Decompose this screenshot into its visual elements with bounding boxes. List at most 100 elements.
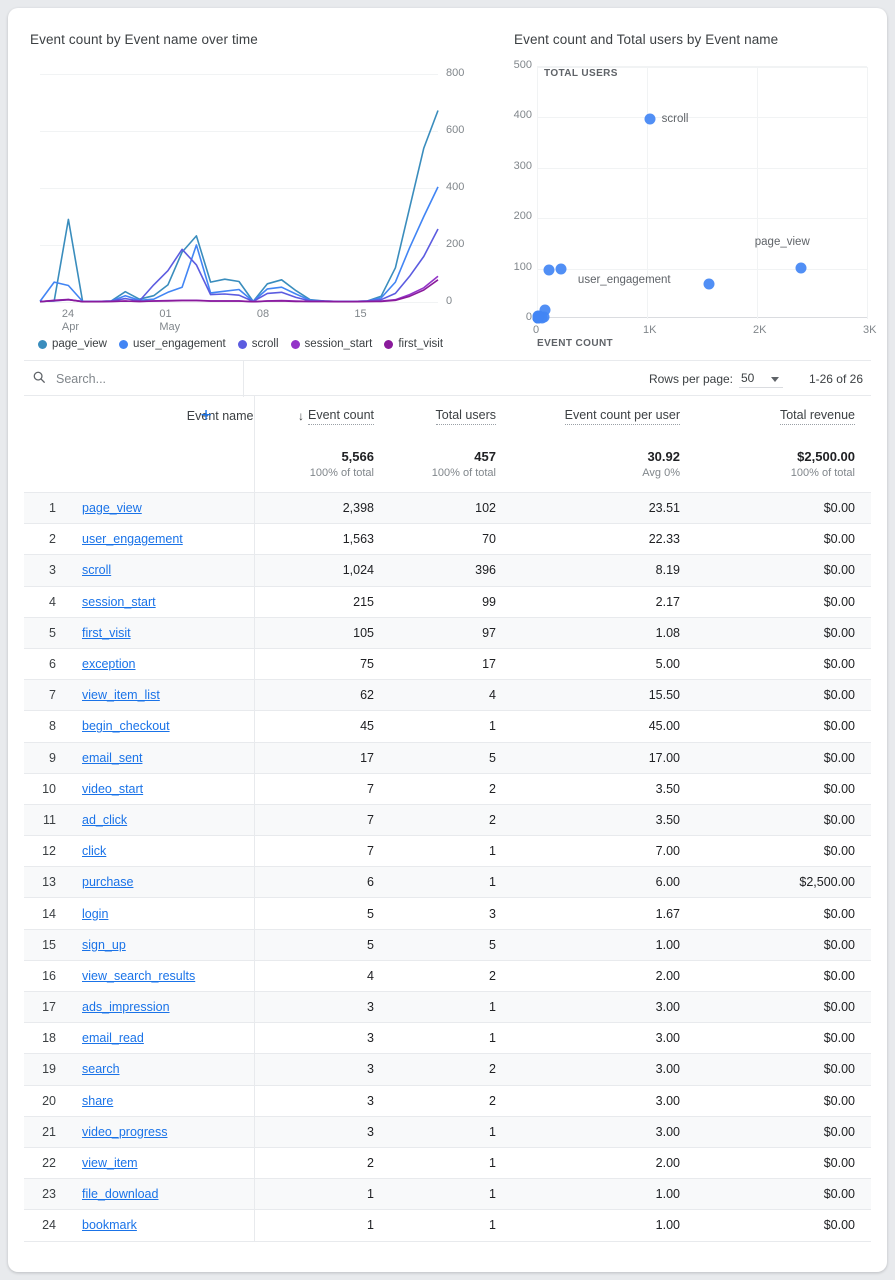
table-row[interactable]: 3scroll1,0243968.19$0.00 xyxy=(24,555,871,586)
event-name-link[interactable]: bookmark xyxy=(82,1218,137,1232)
rows-per-page-control[interactable]: Rows per page: 50 xyxy=(649,361,783,397)
table-row[interactable]: 2user_engagement1,5637022.33$0.00 xyxy=(24,524,871,555)
table-row[interactable]: 14login531.67$0.00 xyxy=(24,898,871,929)
table-row[interactable]: 17ads_impression313.00$0.00 xyxy=(24,992,871,1023)
event-name-link[interactable]: purchase xyxy=(82,875,133,889)
table-row[interactable]: 4session_start215992.17$0.00 xyxy=(24,586,871,617)
table-row[interactable]: 13purchase616.00$2,500.00 xyxy=(24,867,871,898)
event-name-link[interactable]: video_start xyxy=(82,782,143,796)
row-event-count: 45 xyxy=(254,711,390,742)
row-event-name[interactable]: view_search_results xyxy=(68,960,254,991)
legend-item-user_engagement[interactable]: user_engagement xyxy=(119,338,226,350)
table-row[interactable]: 10video_start723.50$0.00 xyxy=(24,773,871,804)
event-name-link[interactable]: share xyxy=(82,1094,113,1108)
table-row[interactable]: 20share323.00$0.00 xyxy=(24,1085,871,1116)
event-name-link[interactable]: click xyxy=(82,844,106,858)
table-row[interactable]: 8begin_checkout45145.00$0.00 xyxy=(24,711,871,742)
row-event-name[interactable]: file_download xyxy=(68,1179,254,1210)
row-event-name[interactable]: click xyxy=(68,836,254,867)
scatter-point-session_start[interactable] xyxy=(555,264,566,275)
gridline xyxy=(537,67,538,319)
search-input[interactable]: Search... xyxy=(32,361,244,397)
scatter-point-page_view[interactable] xyxy=(795,262,806,273)
header-event-count-per-user[interactable]: Event count per user xyxy=(512,396,696,436)
row-total-users: 5 xyxy=(390,742,512,773)
event-name-link[interactable]: video_progress xyxy=(82,1125,167,1139)
event-name-link[interactable]: view_search_results xyxy=(82,969,195,983)
event-name-link[interactable]: file_download xyxy=(82,1187,158,1201)
row-index: 16 xyxy=(24,960,68,991)
table-row[interactable]: 24bookmark111.00$0.00 xyxy=(24,1210,871,1241)
row-event-name[interactable]: ads_impression xyxy=(68,992,254,1023)
event-name-link[interactable]: ads_impression xyxy=(82,1000,170,1014)
event-name-link[interactable]: search xyxy=(82,1062,120,1076)
row-event-name[interactable]: view_item xyxy=(68,1147,254,1178)
scatter-point-first_visit[interactable] xyxy=(543,265,554,276)
header-event-name[interactable]: Event name xyxy=(68,396,254,436)
header-event-count-label[interactable]: Event count xyxy=(308,408,374,425)
row-event-name[interactable]: bookmark xyxy=(68,1210,254,1241)
table-row[interactable]: 21video_progress313.00$0.00 xyxy=(24,1116,871,1147)
row-event-name[interactable]: email_sent xyxy=(68,742,254,773)
table-row[interactable]: 9email_sent17517.00$0.00 xyxy=(24,742,871,773)
row-event-name[interactable]: view_item_list xyxy=(68,680,254,711)
legend-item-session_start[interactable]: session_start xyxy=(291,338,373,350)
scatter-point-sign_up[interactable] xyxy=(532,311,543,322)
legend-item-first_visit[interactable]: first_visit xyxy=(384,338,443,350)
row-event-name[interactable]: page_view xyxy=(68,493,254,524)
event-name-link[interactable]: email_read xyxy=(82,1031,144,1045)
scatter-point-user_engagement[interactable] xyxy=(703,278,714,289)
line-series-user_engagement xyxy=(40,187,438,302)
header-total-users[interactable]: Total users xyxy=(390,396,512,436)
table-row[interactable]: 18email_read313.00$0.00 xyxy=(24,1023,871,1054)
row-event-name[interactable]: scroll xyxy=(68,555,254,586)
sort-descending-icon[interactable]: ↓ xyxy=(298,409,304,423)
event-name-link[interactable]: ad_click xyxy=(82,813,127,827)
row-total-users: 1 xyxy=(390,1116,512,1147)
row-event-name[interactable]: purchase xyxy=(68,867,254,898)
row-index: 12 xyxy=(24,836,68,867)
event-name-link[interactable]: exception xyxy=(82,657,136,671)
row-event-name[interactable]: exception xyxy=(68,648,254,679)
table-row[interactable]: 1page_view2,39810223.51$0.00 xyxy=(24,493,871,524)
event-name-link[interactable]: email_sent xyxy=(82,751,142,765)
table-row[interactable]: 19search323.00$0.00 xyxy=(24,1054,871,1085)
event-name-link[interactable]: begin_checkout xyxy=(82,719,170,733)
event-name-link[interactable]: sign_up xyxy=(82,938,126,952)
table-row[interactable]: 6exception75175.00$0.00 xyxy=(24,648,871,679)
row-event-name[interactable]: video_start xyxy=(68,773,254,804)
event-name-link[interactable]: view_item_list xyxy=(82,688,160,702)
event-name-link[interactable]: page_view xyxy=(82,501,142,515)
table-row[interactable]: 15sign_up551.00$0.00 xyxy=(24,929,871,960)
rows-per-page-select[interactable]: 50 xyxy=(739,371,783,388)
row-event-name[interactable]: begin_checkout xyxy=(68,711,254,742)
row-event-name[interactable]: first_visit xyxy=(68,617,254,648)
row-event-name[interactable]: share xyxy=(68,1085,254,1116)
event-name-link[interactable]: user_engagement xyxy=(82,532,183,546)
legend-item-page_view[interactable]: page_view xyxy=(38,338,107,350)
row-event-name[interactable]: user_engagement xyxy=(68,524,254,555)
row-event-name[interactable]: ad_click xyxy=(68,804,254,835)
table-row[interactable]: 12click717.00$0.00 xyxy=(24,836,871,867)
legend-item-scroll[interactable]: scroll xyxy=(238,338,279,350)
row-event-name[interactable]: video_progress xyxy=(68,1116,254,1147)
event-name-link[interactable]: login xyxy=(82,907,108,921)
table-row[interactable]: 22view_item212.00$0.00 xyxy=(24,1147,871,1178)
add-dimension-icon[interactable]: + xyxy=(201,405,212,427)
row-event-name[interactable]: search xyxy=(68,1054,254,1085)
row-event-name[interactable]: sign_up xyxy=(68,929,254,960)
event-name-link[interactable]: scroll xyxy=(82,563,111,577)
header-total-revenue[interactable]: Total revenue xyxy=(696,396,871,436)
table-row[interactable]: 23file_download111.00$0.00 xyxy=(24,1179,871,1210)
event-name-link[interactable]: session_start xyxy=(82,595,156,609)
table-row[interactable]: 11ad_click723.50$0.00 xyxy=(24,804,871,835)
table-row[interactable]: 5first_visit105971.08$0.00 xyxy=(24,617,871,648)
scatter-point-scroll[interactable] xyxy=(644,114,655,125)
row-event-name[interactable]: session_start xyxy=(68,586,254,617)
event-name-link[interactable]: first_visit xyxy=(82,626,131,640)
row-event-name[interactable]: login xyxy=(68,898,254,929)
event-name-link[interactable]: view_item xyxy=(82,1156,138,1170)
row-event-name[interactable]: email_read xyxy=(68,1023,254,1054)
table-row[interactable]: 16view_search_results422.00$0.00 xyxy=(24,960,871,991)
table-row[interactable]: 7view_item_list62415.50$0.00 xyxy=(24,680,871,711)
